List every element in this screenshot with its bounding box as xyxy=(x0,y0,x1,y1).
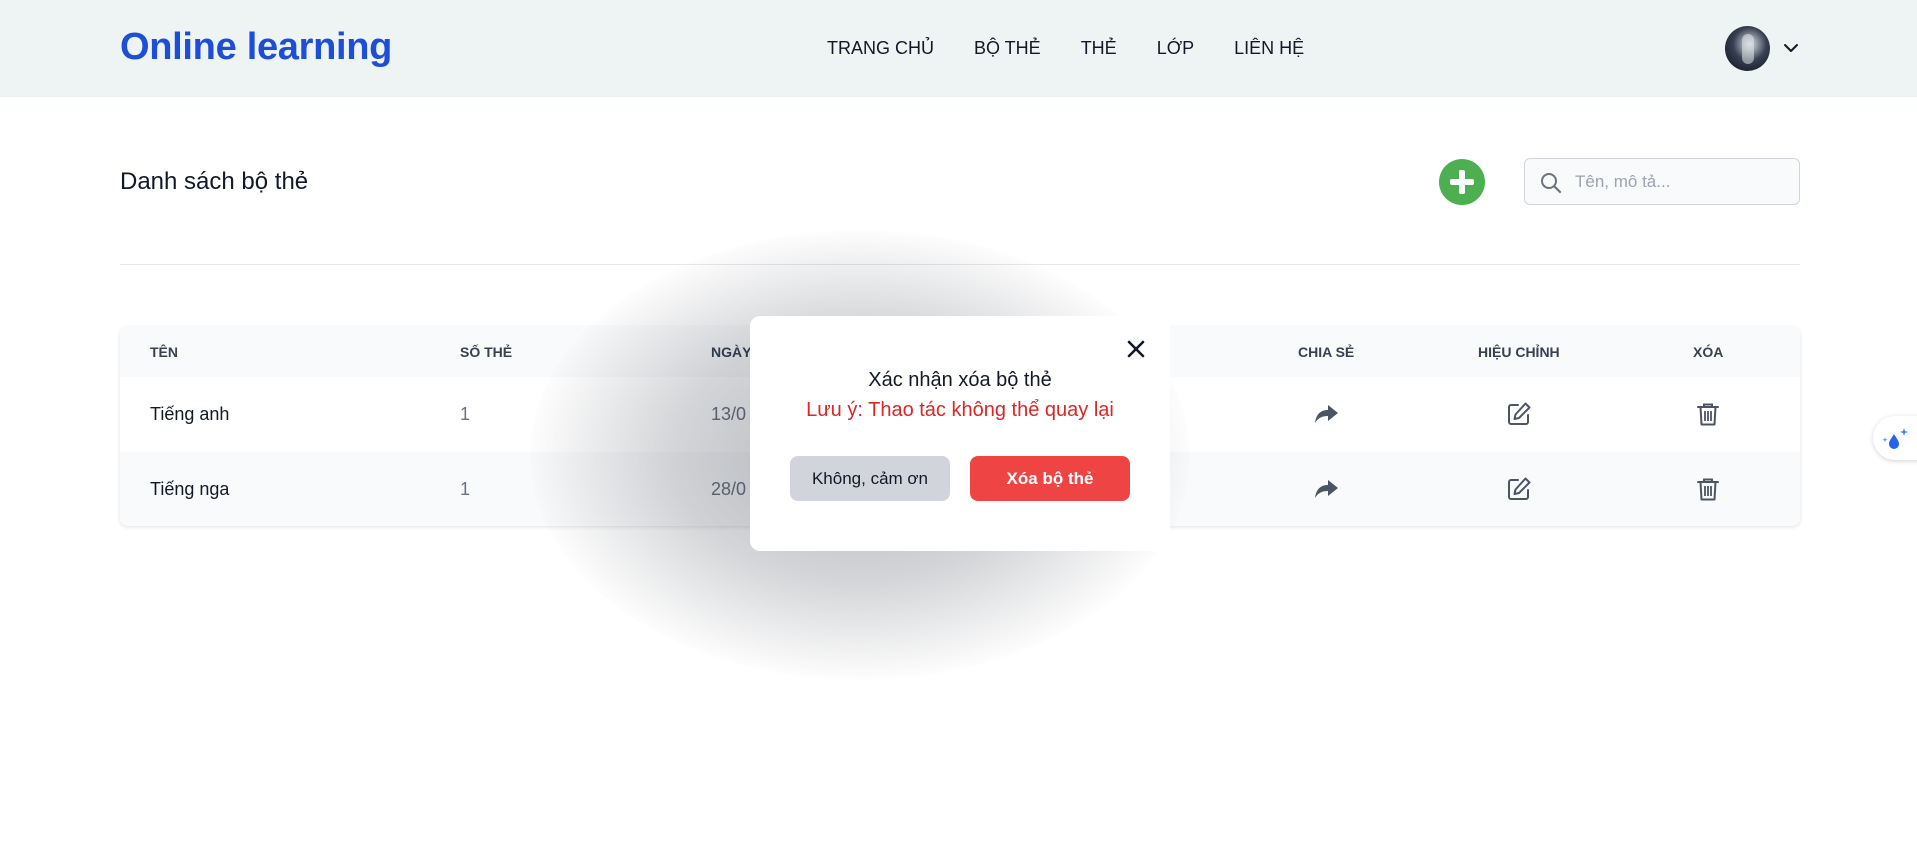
nav-item-home[interactable]: TRANG CHỦ xyxy=(827,38,934,62)
deck-date: 28/0 xyxy=(711,479,747,499)
delete-confirm-dialog: Xác nhận xóa bộ thẻ Lưu ý: Thao tác khôn… xyxy=(750,316,1170,551)
search-input[interactable] xyxy=(1575,159,1795,204)
share-arrow-icon[interactable] xyxy=(1312,475,1340,503)
brand-logo[interactable]: Online learning xyxy=(120,26,392,69)
column-header-share: CHIA SẺ xyxy=(1298,344,1355,360)
search-box xyxy=(1524,158,1800,205)
edit-icon[interactable] xyxy=(1505,475,1533,503)
column-header-delete: XÓA xyxy=(1693,344,1724,360)
add-deck-button[interactable] xyxy=(1439,159,1485,205)
nav-item-classes[interactable]: LỚP xyxy=(1157,38,1194,62)
trash-icon[interactable] xyxy=(1694,400,1722,428)
share-arrow-icon[interactable] xyxy=(1312,400,1340,428)
sparkle-drop-icon xyxy=(1882,428,1908,449)
floating-assistant-button[interactable] xyxy=(1873,416,1917,460)
close-icon[interactable] xyxy=(1123,336,1149,362)
nav-item-contact[interactable]: LIÊN HỆ xyxy=(1234,38,1304,62)
deck-name[interactable]: Tiếng nga xyxy=(150,479,229,500)
edit-icon[interactable] xyxy=(1505,400,1533,428)
nav-item-cards[interactable]: THẺ xyxy=(1081,38,1117,62)
user-avatar[interactable] xyxy=(1725,26,1770,71)
chevron-down-icon[interactable] xyxy=(1781,38,1801,58)
deck-date: 13/0 xyxy=(711,404,747,424)
page-title: Danh sách bộ thẻ xyxy=(120,168,309,195)
dialog-title: Xác nhận xóa bộ thẻ xyxy=(868,369,1052,391)
column-header-edit: HIỆU CHỈNH xyxy=(1478,344,1560,360)
column-header-date: NGÀY xyxy=(711,344,752,360)
dialog-warning: Lưu ý: Thao tác không thể quay lại xyxy=(806,399,1114,421)
cancel-button[interactable]: Không, cảm ơn xyxy=(790,456,950,501)
deck-name[interactable]: Tiếng anh xyxy=(150,404,229,425)
trash-icon[interactable] xyxy=(1694,475,1722,503)
divider xyxy=(120,264,1800,265)
deck-card-count: 1 xyxy=(460,404,471,424)
search-icon xyxy=(1541,173,1562,194)
deck-card-count: 1 xyxy=(460,479,471,499)
column-header-name: TÊN xyxy=(150,344,178,360)
confirm-delete-button[interactable]: Xóa bộ thẻ xyxy=(970,456,1130,501)
top-navbar: Online learning TRANG CHỦ BỘ THẺ THẺ LỚP… xyxy=(0,0,1917,97)
nav-item-decks[interactable]: BỘ THẺ xyxy=(974,38,1041,62)
main-nav: TRANG CHỦ BỘ THẺ THẺ LỚP LIÊN HỆ xyxy=(827,38,1304,62)
column-header-count: SỐ THẺ xyxy=(460,344,513,360)
